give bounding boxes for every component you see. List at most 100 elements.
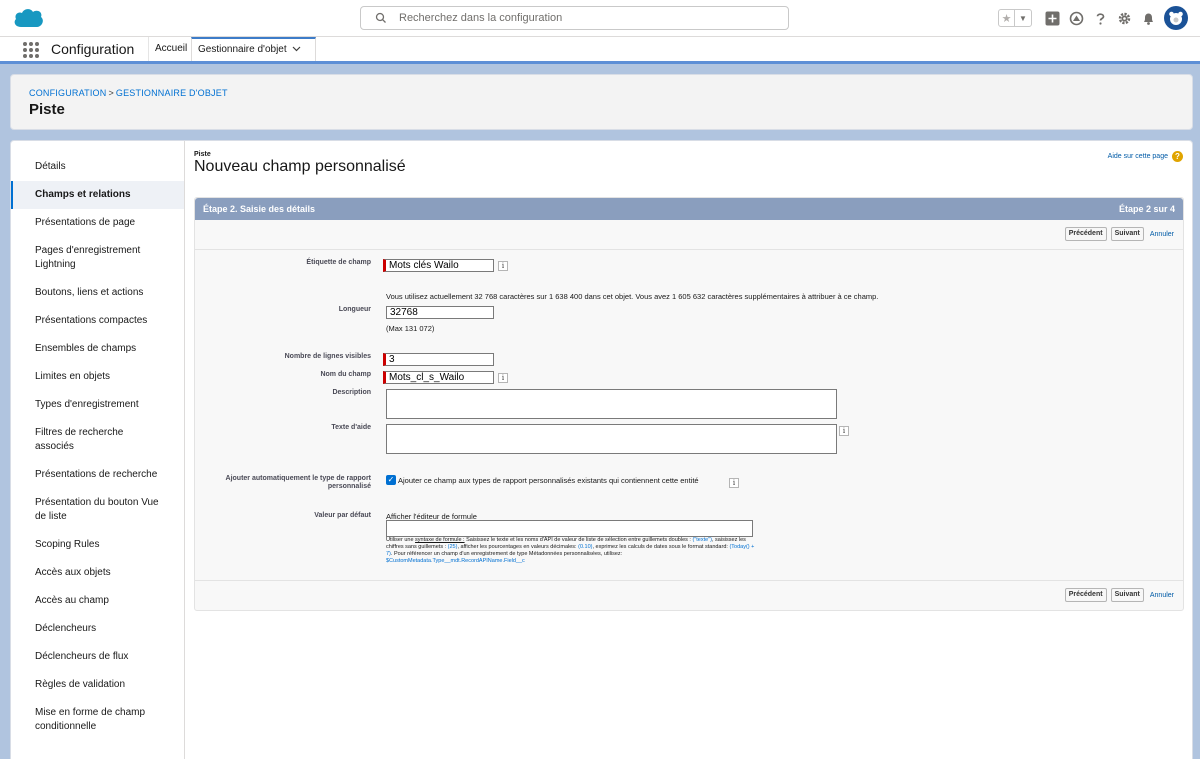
next-button[interactable]: Suivant [1110,588,1144,602]
default-value-textarea[interactable] [386,520,753,537]
chevron-down-icon[interactable] [292,46,301,52]
description-textarea[interactable] [386,389,837,419]
app-name: Configuration [51,41,135,57]
sidebar-item-details[interactable]: Détails [11,153,184,181]
form-title: Nouveau champ personnalisé [194,158,406,175]
help-icon[interactable]: ? [1172,151,1183,162]
global-header: Recherchez dans la configuration ★ ▼ [0,0,1200,37]
sidebar-item-search-layouts[interactable]: Présentations de recherche [11,461,184,489]
visible-lines-input[interactable]: 3 [383,353,494,366]
step-bar: Étape 2. Saisie des détails Étape 2 sur … [195,198,1183,220]
info-icon[interactable]: i [498,373,508,383]
report-type-checkbox[interactable]: ✓ [386,475,396,485]
sidebar-item-field-sets[interactable]: Ensembles de champs [11,335,184,363]
formula-help-part: , exprimez les calculs de dates sous le … [592,544,730,550]
previous-button[interactable]: Précédent [1064,588,1107,602]
help-link[interactable]: Aide sur cette page ? [1108,151,1183,162]
gear-icon[interactable] [1116,10,1132,26]
field-name-input[interactable]: Mots_cl_s_Wailo [383,371,494,384]
help-link-label[interactable]: Aide sur cette page [1108,153,1168,160]
sidebar-item-conditional-field-formatting[interactable]: Mise en forme de champ conditionnelle [11,699,184,741]
tab-object-manager[interactable]: Gestionnaire d'objet [191,37,316,61]
page-header: CONFIGURATION > GESTIONNAIRE D'OBJET Piste [10,74,1193,130]
sidebar-item-validation-rules[interactable]: Règles de validation [11,671,184,699]
search-placeholder: Recherchez dans la configuration [399,12,563,24]
favorites-group[interactable]: ★ ▼ [998,9,1032,27]
search-input[interactable]: Recherchez dans la configuration [360,6,789,30]
sidebar: Détails Champs et relations Présentation… [11,141,185,759]
sidebar-item-field-access[interactable]: Accès au champ [11,587,184,615]
search-icon [375,12,386,23]
sidebar-item-page-layouts[interactable]: Présentations de page [11,209,184,237]
formula-help-part: . Pour référencer un champ d'un enregist… [390,551,623,557]
cancel-link[interactable]: Annuler [1150,231,1174,238]
info-icon[interactable]: i [498,261,508,271]
chevron-down-icon[interactable]: ▼ [1015,10,1031,26]
bottom-button-row: Précédent Suivant Annuler [1064,588,1174,602]
tab-object-manager-label: Gestionnaire d'objet [198,44,287,55]
formula-example: $CustomMetadata.Type__mdt.RecordAPIName.… [386,558,525,564]
sidebar-item-lightning-record-pages[interactable]: Pages d'enregistrement Lightning [11,237,184,279]
field-label-label: Étiquette de champ [306,259,371,266]
sidebar-item-object-limits[interactable]: Limites en objets [11,363,184,391]
app-launcher-icon[interactable] [23,42,39,58]
breadcrumb: CONFIGURATION > GESTIONNAIRE D'OBJET [29,88,228,98]
sidebar-item-triggers[interactable]: Déclencheurs [11,615,184,643]
trailhead-icon[interactable] [1068,10,1084,26]
formula-help-part: Saisissez le texte et les noms d'API de … [464,537,693,543]
nav-item-home[interactable]: Accueil [148,37,193,61]
sidebar-item-related-lookup-filters[interactable]: Filtres de recherche associés [11,419,184,461]
formula-help-part: Utiliser une [386,537,416,543]
usage-note: Vous utilisez actuellement 32 768 caract… [386,292,879,301]
content-area: Piste Nouveau champ personnalisé Aide su… [194,141,1184,759]
avatar[interactable] [1164,6,1188,30]
help-text-textarea[interactable] [386,424,837,454]
formula-example: ("texte") [692,537,712,543]
sidebar-item-object-access[interactable]: Accès aux objets [11,559,184,587]
step-label: Étape 2. Saisie des détails [203,204,316,214]
length-max: (Max 131 072) [386,324,435,333]
object-label: Piste [194,151,211,158]
sidebar-item-fields-relationships[interactable]: Champs et relations [11,181,184,209]
default-value-label: Valeur par défaut [314,512,371,519]
report-type-checkbox-label: Ajouter ce champ aux types de rapport pe… [398,476,699,485]
sidebar-item-compact-layouts[interactable]: Présentations compactes [11,307,184,335]
breadcrumb-configuration[interactable]: CONFIGURATION [29,88,106,98]
header-actions: ★ ▼ [998,6,1188,30]
sidebar-item-scoping-rules[interactable]: Scoping Rules [11,531,184,559]
page-title: Piste [29,101,65,118]
field-label-input[interactable]: Mots clés Wailo [383,259,494,272]
length-input[interactable]: 32768 [386,306,494,319]
formula-help-text: Utiliser une syntaxe de formule : Saisis… [386,537,756,565]
main-panel: Détails Champs et relations Présentation… [10,140,1193,759]
cancel-link[interactable]: Annuler [1150,592,1174,599]
step-count: Étape 2 sur 4 [1118,204,1175,214]
sidebar-item-flow-triggers[interactable]: Déclencheurs de flux [11,643,184,671]
sidebar-item-record-types[interactable]: Types d'enregistrement [11,391,184,419]
sidebar-item-buttons-links-actions[interactable]: Boutons, liens et actions [11,279,184,307]
field-name-label: Nom du champ [320,371,371,378]
star-icon[interactable]: ★ [999,10,1015,26]
cloud-logo-icon[interactable] [13,7,44,29]
breadcrumb-object-manager[interactable]: GESTIONNAIRE D'OBJET [116,88,228,98]
app-nav: Configuration Accueil Gestionnaire d'obj… [0,37,1200,64]
info-icon[interactable]: i [729,478,739,488]
formula-example: (25) [447,544,458,550]
divider [195,580,1183,581]
info-icon[interactable]: i [839,426,849,436]
formula-example: (0.10) [578,544,593,550]
divider [195,249,1183,250]
form-box: Étape 2. Saisie des détails Étape 2 sur … [194,197,1184,611]
help-icon[interactable] [1092,10,1108,26]
sidebar-item-list-view-button-layout[interactable]: Présentation du bouton Vue de liste [11,489,184,531]
add-icon[interactable] [1044,10,1060,26]
breadcrumb-separator: > [108,88,114,98]
top-button-row: Précédent Suivant Annuler [1064,227,1174,241]
next-button[interactable]: Suivant [1110,227,1144,241]
formula-syntax-link[interactable]: syntaxe de formule : [415,537,465,543]
visible-lines-label: Nombre de lignes visibles [284,353,371,360]
length-label: Longueur [338,306,371,313]
previous-button[interactable]: Précédent [1064,227,1107,241]
formula-help-part: , afficher les pourcentages en valeurs d… [457,544,579,550]
bell-icon[interactable] [1140,10,1156,26]
